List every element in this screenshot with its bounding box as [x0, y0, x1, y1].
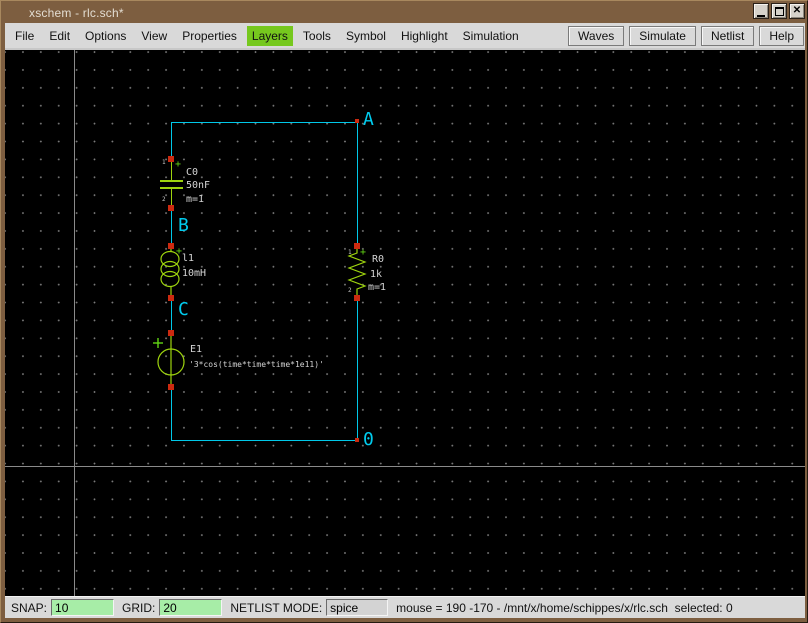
snap-label: SNAP: — [11, 601, 47, 615]
pin-marker — [168, 295, 174, 301]
pin-marker — [168, 384, 174, 390]
maximize-icon — [775, 7, 784, 16]
source-value: '3*cos(time*time*time*1e11)' — [189, 360, 324, 369]
xschem-window: xschem - rlc.sch* ✕ File Edit Options Vi… — [0, 0, 808, 623]
maximize-button[interactable] — [771, 3, 787, 19]
netlist-mode-input[interactable] — [326, 599, 388, 616]
menu-simulation[interactable]: Simulation — [458, 26, 524, 46]
wire-right-upper[interactable] — [357, 122, 358, 246]
menu-bar: File Edit Options View Properties Layers… — [5, 23, 805, 48]
capacitor-pin1-number: 1 — [162, 159, 166, 166]
resistor-plus-mark: + — [360, 248, 366, 258]
wire-left-a-to-cap[interactable] — [171, 122, 172, 159]
resistor-ref: R0 — [372, 254, 384, 266]
wire-src-to-bottom[interactable] — [171, 387, 172, 440]
menu-symbol[interactable]: Symbol — [341, 26, 391, 46]
capacitor-plus-mark: + — [175, 160, 181, 170]
wire-cap-to-ind[interactable] — [171, 208, 172, 246]
status-bar: SNAP: GRID: NETLIST MODE: mouse = 190 -1… — [5, 596, 805, 618]
net-label-b[interactable]: B — [178, 217, 189, 235]
inductor-value: 10mH — [182, 268, 206, 280]
schematic-canvas[interactable]: 1 2 + C0 50nF m=1 + l1 10mH — [5, 48, 805, 596]
menu-file[interactable]: File — [10, 26, 39, 46]
resistor-pin2-number: 2 — [348, 287, 352, 294]
title-bar[interactable]: xschem - rlc.sch* — [5, 3, 805, 23]
capacitor-pin2-number: 2 — [162, 196, 166, 203]
pin-marker — [168, 330, 174, 336]
simulate-button[interactable]: Simulate — [629, 26, 696, 46]
capacitor-value: 50nF — [186, 180, 210, 192]
capacitor-plate-top — [160, 180, 183, 182]
wire-top[interactable] — [171, 122, 358, 123]
menu-view[interactable]: View — [136, 26, 172, 46]
wire-bottom[interactable] — [171, 440, 358, 441]
capacitor-lead-top — [171, 159, 172, 180]
pin-marker — [168, 205, 174, 211]
minimize-icon — [757, 15, 765, 17]
window-controls: ✕ — [753, 3, 805, 19]
resistor-mult: m=1 — [368, 282, 386, 294]
close-button[interactable]: ✕ — [789, 3, 805, 19]
resistor-value: 1k — [370, 269, 382, 281]
snap-input[interactable] — [51, 599, 114, 616]
resistor-r0[interactable]: 1 2 + R0 1k m=1 — [345, 246, 445, 298]
net-label-c[interactable]: C — [178, 301, 189, 319]
mouse-status-text: mouse = 190 -170 - /mnt/x/home/schippes/… — [396, 601, 733, 615]
resistor-pin1-number: 1 — [348, 249, 352, 256]
pin-marker — [168, 243, 174, 249]
minimize-button[interactable] — [753, 3, 769, 19]
capacitor-ref: C0 — [186, 167, 198, 179]
capacitor-mult: m=1 — [186, 194, 204, 206]
netlist-mode-label: NETLIST MODE: — [230, 601, 322, 615]
window-title: xschem - rlc.sch* — [5, 6, 124, 20]
menu-options[interactable]: Options — [80, 26, 131, 46]
pin-marker — [354, 295, 360, 301]
source-e1[interactable]: E1 '3*cos(time*time*time*1e11)' — [151, 333, 371, 387]
waves-button[interactable]: Waves — [568, 26, 624, 46]
menu-highlight[interactable]: Highlight — [396, 26, 453, 46]
menu-properties[interactable]: Properties — [177, 26, 242, 46]
net-label-gnd[interactable]: 0 — [363, 431, 374, 449]
wire-ind-to-src[interactable] — [171, 298, 172, 333]
net-label-a[interactable]: A — [363, 111, 374, 129]
menu-layers[interactable]: Layers — [247, 26, 293, 46]
help-button[interactable]: Help — [759, 26, 804, 46]
source-ref: E1 — [190, 344, 202, 356]
wire-endpoint-marker — [355, 119, 359, 123]
netlist-button[interactable]: Netlist — [701, 26, 754, 46]
origin-axis-vertical — [74, 50, 75, 596]
voltage-source-icon — [151, 333, 191, 387]
pin-marker — [168, 156, 174, 162]
origin-axis-horizontal — [5, 466, 805, 467]
grid-label: GRID: — [122, 601, 155, 615]
wire-endpoint-marker — [355, 438, 359, 442]
menu-edit[interactable]: Edit — [44, 26, 75, 46]
grid-input[interactable] — [159, 599, 222, 616]
pin-marker — [354, 243, 360, 249]
inductor-ref: l1 — [182, 253, 194, 265]
close-icon: ✕ — [793, 6, 801, 16]
inductor-l1[interactable]: + l1 10mH — [157, 246, 267, 298]
menu-tools[interactable]: Tools — [298, 26, 336, 46]
